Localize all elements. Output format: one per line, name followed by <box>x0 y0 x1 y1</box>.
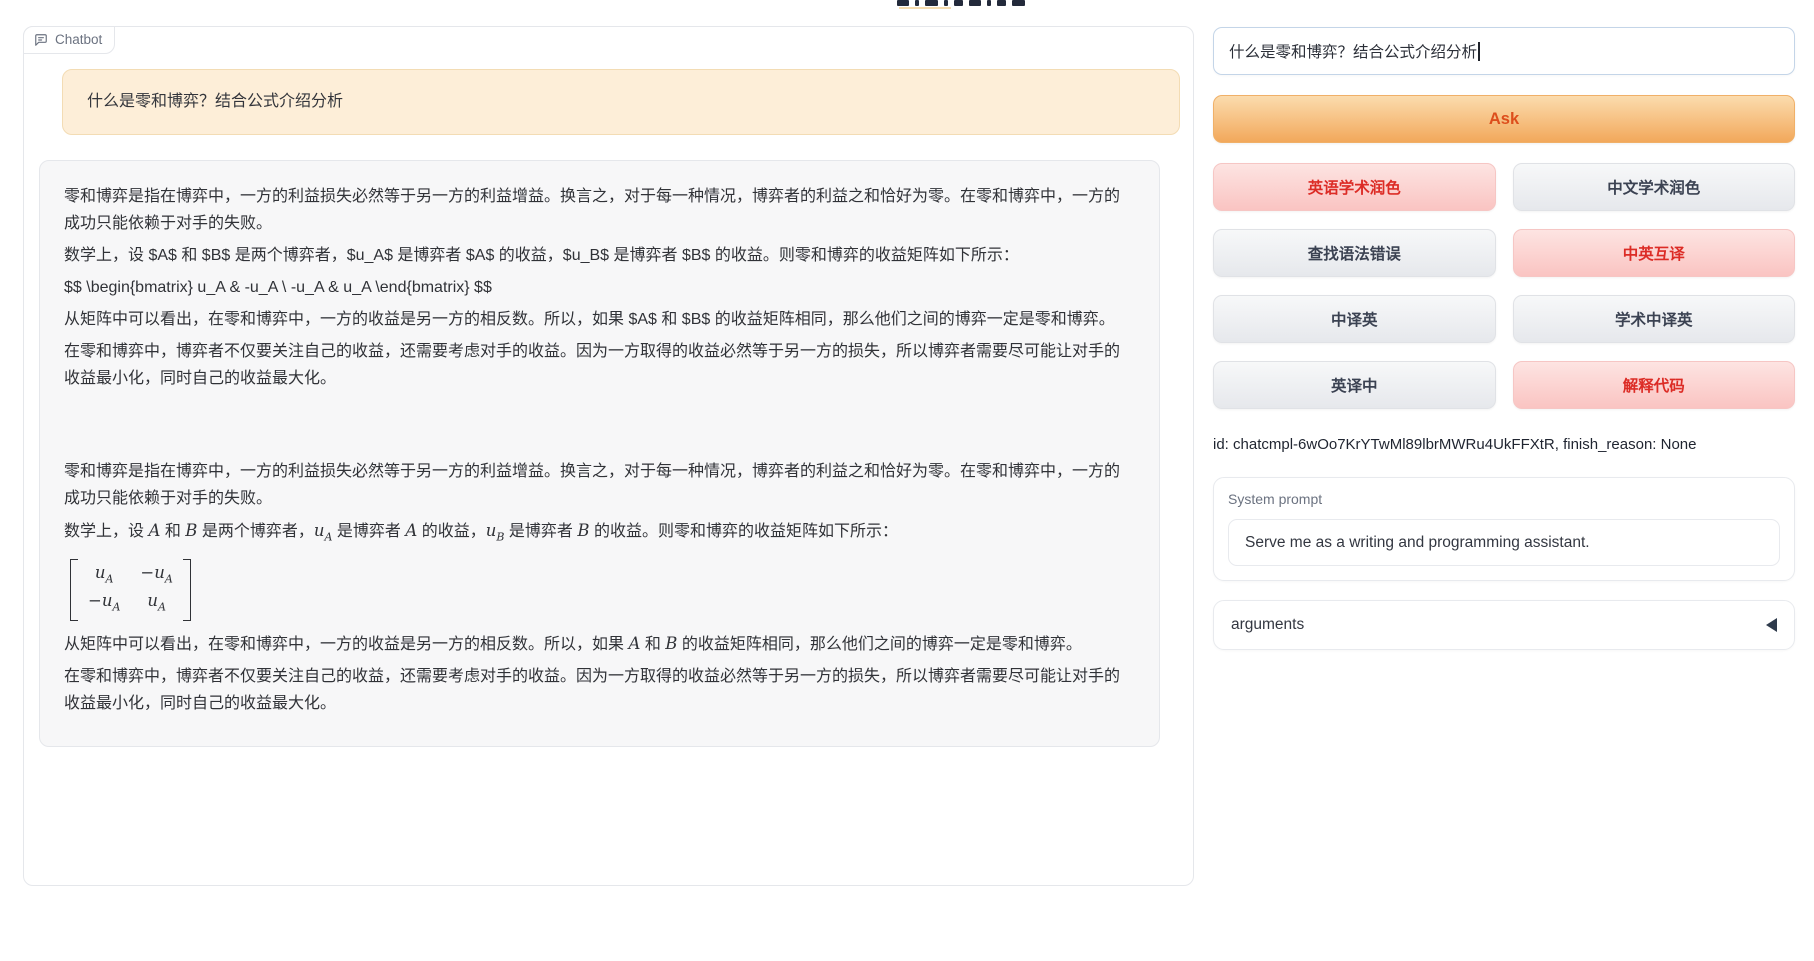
math-symbol: B <box>185 521 197 540</box>
preset-button-3[interactable]: 查找语法错误 <box>1213 229 1496 277</box>
math-symbol: uB <box>486 521 505 540</box>
message-list: 什么是零和博弈？结合公式介绍分析 零和博弈是指在博弈中，一方的利益损失必然等于另… <box>24 27 1193 747</box>
question-input[interactable]: 什么是零和博弈？结合公式介绍分析 <box>1213 27 1795 75</box>
preset-button-2[interactable]: 中文学术润色 <box>1513 163 1796 211</box>
math-symbol: uA <box>147 591 166 617</box>
chatbot-panel: Chatbot 什么是零和博弈？结合公式介绍分析 零和博弈是指在博弈中，一方的利… <box>23 26 1194 886</box>
math-symbol: B <box>665 634 677 653</box>
question-input-value: 什么是零和博弈？结合公式介绍分析 <box>1229 40 1477 62</box>
assistant-paragraph: 从矩阵中可以看出，在零和博弈中，一方的收益是另一方的相反数。所以，如果 A 和 … <box>64 630 1133 658</box>
preset-button-7[interactable]: 英译中 <box>1213 361 1496 409</box>
arguments-accordion-label: arguments <box>1231 616 1304 634</box>
ask-button[interactable]: Ask <box>1213 95 1795 143</box>
assistant-paragraph: 从矩阵中可以看出，在零和博弈中，一方的收益是另一方的相反数。所以，如果 $A$ … <box>64 306 1133 333</box>
assistant-message: 零和博弈是指在博弈中，一方的利益损失必然等于另一方的利益增益。换言之，对于每一种… <box>39 160 1160 747</box>
system-prompt-group: System prompt Serve me as a writing and … <box>1213 477 1795 581</box>
preset-button-grid: 英语学术润色中文学术润色查找语法错误中英互译中译英学术中译英英译中解释代码 <box>1213 163 1795 409</box>
preset-button-6[interactable]: 学术中译英 <box>1513 295 1796 343</box>
assistant-paragraph: 数学上，设 A 和 B 是两个博弈者，uA 是博弈者 A 的收益，uB 是博弈者… <box>64 517 1133 550</box>
completion-status-line: id: chatcmpl-6wOo7KrYTwMl89lbrMWRu4UkFFX… <box>1213 436 1795 453</box>
system-prompt-label: System prompt <box>1228 491 1780 507</box>
math-symbol: uA <box>95 563 114 589</box>
accordion-collapsed-icon <box>1766 618 1777 632</box>
math-symbol: B <box>577 521 589 540</box>
clipped-page-title <box>897 0 1031 9</box>
text-cursor <box>1478 42 1480 61</box>
math-symbol: A <box>405 521 417 540</box>
preset-button-1[interactable]: 英语学术润色 <box>1213 163 1496 211</box>
assistant-paragraph: 在零和博弈中，博弈者不仅要关注自己的收益，还需要考虑对手的收益。因为一方取得的收… <box>64 338 1133 392</box>
math-symbol: uA <box>314 521 333 540</box>
assistant-paragraph: 在零和博弈中，博弈者不仅要关注自己的收益，还需要考虑对手的收益。因为一方取得的收… <box>64 663 1133 717</box>
assistant-paragraph: 数学上，设 $A$ 和 $B$ 是两个博弈者，$u_A$ 是博弈者 $A$ 的收… <box>64 242 1133 269</box>
control-column: 什么是零和博弈？结合公式介绍分析 Ask 英语学术润色中文学术润色查找语法错误中… <box>1213 27 1795 650</box>
system-prompt-value: Serve me as a writing and programming as… <box>1245 534 1590 552</box>
payoff-matrix: uA−uA−uAuA <box>70 559 191 621</box>
preset-button-4[interactable]: 中英互译 <box>1513 229 1796 277</box>
assistant-paragraph: 零和博弈是指在博弈中，一方的利益损失必然等于另一方的利益增益。换言之，对于每一种… <box>64 458 1133 512</box>
preset-button-5[interactable]: 中译英 <box>1213 295 1496 343</box>
user-message-text: 什么是零和博弈？结合公式介绍分析 <box>87 93 343 110</box>
math-symbol: A <box>628 634 640 653</box>
assistant-paragraph: $$ \begin{bmatrix} u_A & -u_A \ -u_A & u… <box>64 274 1133 301</box>
chatbot-panel-label: Chatbot <box>23 26 115 54</box>
matrix-row: uA−uA−uAuA <box>64 555 1133 630</box>
chat-bubble-icon <box>34 33 48 47</box>
math-symbol: −uA <box>140 563 172 589</box>
math-symbol: −uA <box>88 591 120 617</box>
system-prompt-input[interactable]: Serve me as a writing and programming as… <box>1228 519 1780 566</box>
user-message: 什么是零和博弈？结合公式介绍分析 <box>62 69 1180 135</box>
math-symbol: A <box>148 521 160 540</box>
chatbot-panel-label-text: Chatbot <box>55 32 102 47</box>
arguments-accordion[interactable]: arguments <box>1213 600 1795 650</box>
assistant-paragraph: 零和博弈是指在博弈中，一方的利益损失必然等于另一方的利益增益。换言之，对于每一种… <box>64 183 1133 237</box>
preset-button-8[interactable]: 解释代码 <box>1513 361 1796 409</box>
